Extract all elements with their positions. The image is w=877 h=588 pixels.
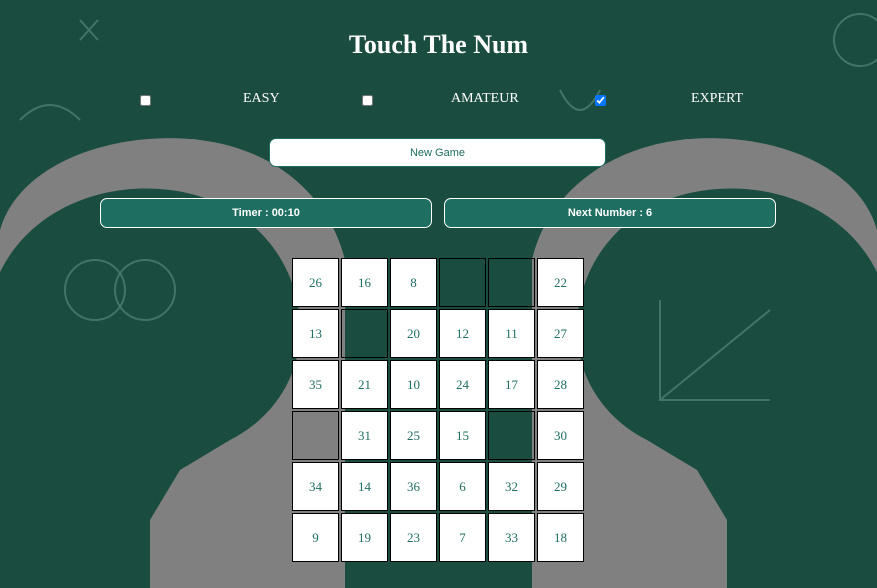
grid-cell-cleared [488,258,535,307]
next-number-display: Next Number : 6 [444,198,776,228]
grid-cell[interactable]: 11 [488,309,535,358]
grid-cell[interactable]: 36 [390,462,437,511]
amateur-label: AMATEUR [451,91,519,106]
grid-cell[interactable]: 17 [488,360,535,409]
grid-cell[interactable]: 25 [390,411,437,460]
grid-cell[interactable]: 20 [390,309,437,358]
expert-label: EXPERT [691,91,744,106]
grid-cell[interactable]: 13 [292,309,339,358]
timer-display: Timer : 00:10 [100,198,432,228]
grid-cell[interactable]: 35 [292,360,339,409]
grid-cell-cleared [292,411,339,460]
grid-cell[interactable]: 6 [439,462,486,511]
grid-cell[interactable]: 27 [537,309,584,358]
grid-cell[interactable]: 12 [439,309,486,358]
grid-cell-cleared [341,309,388,358]
easy-label: EASY [243,91,280,106]
grid-cell[interactable]: 26 [292,258,339,307]
new-game-button[interactable]: New Game [269,138,606,167]
grid-cell[interactable]: 31 [341,411,388,460]
grid-cell[interactable]: 14 [341,462,388,511]
number-grid: 26 16 8 22 13 20 12 11 27 35 21 10 24 17 28 31 25 15 30 34 1… [292,258,584,562]
grid-cell[interactable]: 22 [537,258,584,307]
grid-cell[interactable]: 28 [537,360,584,409]
grid-cell[interactable]: 9 [292,513,339,562]
grid-cell[interactable]: 30 [537,411,584,460]
level-amateur[interactable] [362,92,373,108]
easy-checkbox[interactable] [140,94,151,106]
grid-cell[interactable]: 10 [390,360,437,409]
grid-cell[interactable]: 33 [488,513,535,562]
grid-cell[interactable]: 24 [439,360,486,409]
grid-cell[interactable]: 29 [537,462,584,511]
game-title: Touch The Num [348,30,529,59]
level-expert[interactable] [595,92,606,108]
grid-cell[interactable]: 19 [341,513,388,562]
expert-checkbox[interactable] [595,94,606,106]
grid-cell[interactable]: 15 [439,411,486,460]
grid-cell[interactable]: 34 [292,462,339,511]
grid-cell[interactable]: 7 [439,513,486,562]
amateur-checkbox[interactable] [362,94,373,106]
grid-cell-cleared [488,411,535,460]
grid-cell[interactable]: 18 [537,513,584,562]
level-easy[interactable] [140,92,151,108]
grid-cell[interactable]: 32 [488,462,535,511]
grid-cell[interactable]: 16 [341,258,388,307]
grid-cell[interactable]: 21 [341,360,388,409]
grid-cell[interactable]: 8 [390,258,437,307]
grid-cell-cleared [439,258,486,307]
grid-cell[interactable]: 23 [390,513,437,562]
